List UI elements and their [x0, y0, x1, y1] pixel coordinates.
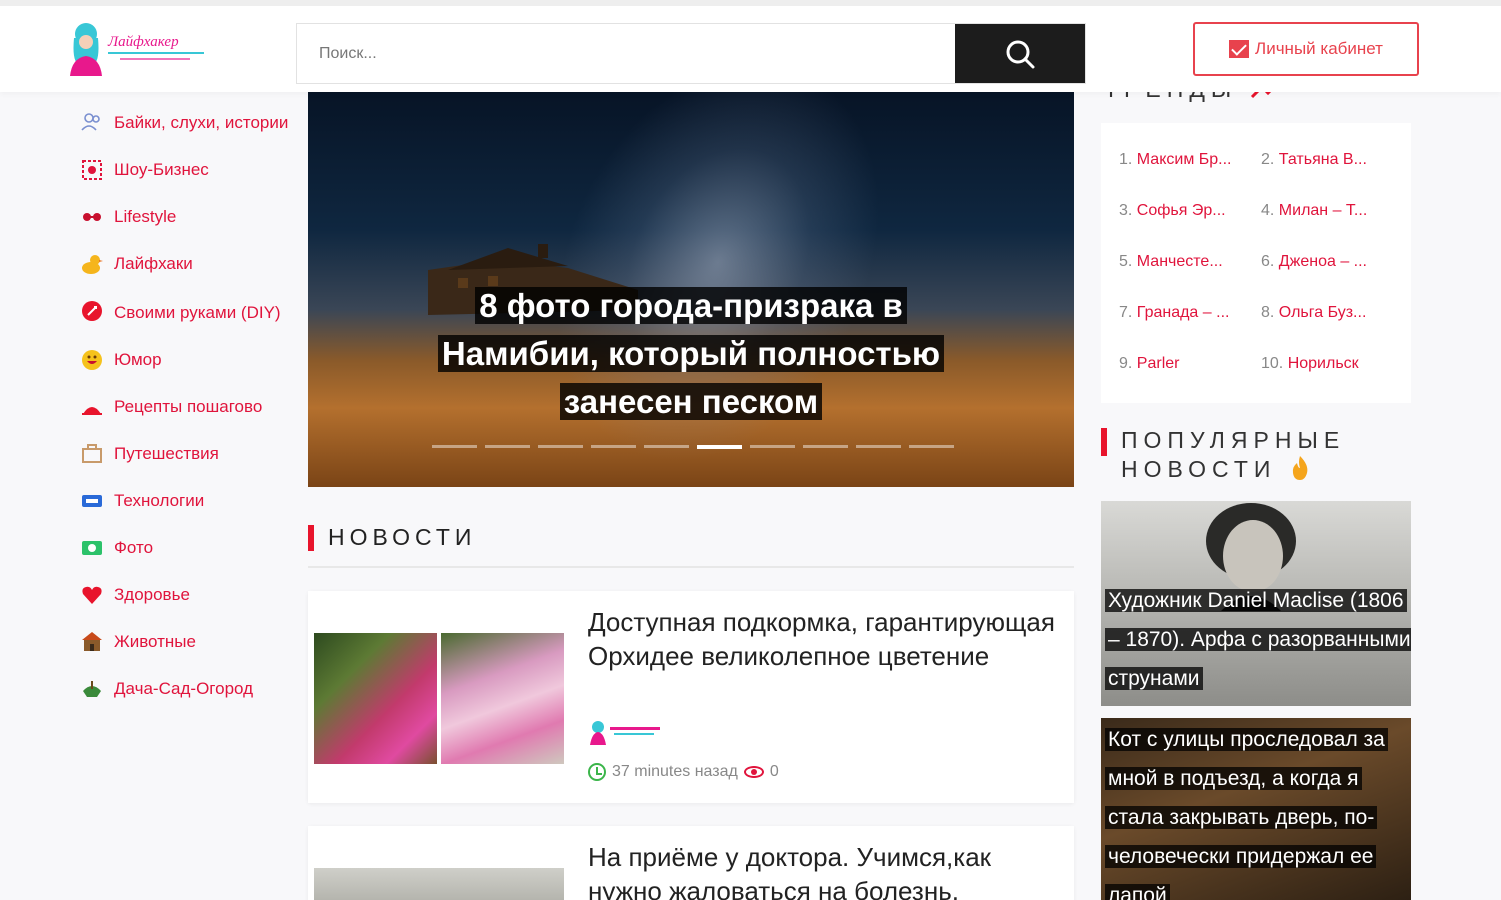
- trend-item[interactable]: 5. Манчесте...: [1119, 253, 1223, 271]
- sidebar-item-lifestyle[interactable]: Lifestyle: [70, 203, 295, 231]
- duck-icon: [80, 252, 104, 276]
- popular-title-line1: ПОПУЛЯРНЫЕ: [1121, 427, 1346, 453]
- trend-item[interactable]: 9. Parler: [1119, 355, 1179, 373]
- logo-text: Лайфхакер: [107, 34, 179, 50]
- trend-item[interactable]: 6. Дженоа – ...: [1261, 253, 1367, 271]
- news-thumbnail[interactable]: [314, 633, 437, 764]
- diy-icon: [80, 299, 104, 323]
- hero-title[interactable]: 8 фото города-призрака в Намибии, которы…: [428, 282, 954, 426]
- slider-dot[interactable]: [750, 445, 795, 448]
- sidebar-item-travel[interactable]: Путешествия: [70, 440, 295, 468]
- news-title[interactable]: Доступная подкормка, гарантирующая Орхид…: [588, 605, 1058, 673]
- news-views: 0: [769, 763, 779, 780]
- popular-news-card[interactable]: Художник Daniel Maclise (1806 – 1870). А…: [1101, 501, 1411, 706]
- trend-item[interactable]: 1. Максим Бр...: [1119, 151, 1232, 169]
- trend-item[interactable]: 8. Ольга Буз...: [1261, 304, 1366, 322]
- section-marker: [308, 524, 314, 551]
- popular-title-line2: НОВОСТИ: [1121, 456, 1277, 482]
- news-time: 37 minutes назад: [612, 763, 738, 780]
- trend-item[interactable]: 2. Татьяна В...: [1261, 151, 1367, 169]
- popular-news-card[interactable]: Кот с улицы проследовал за мной в подъез…: [1101, 718, 1411, 900]
- news-meta: 37 minutes назад 0: [588, 763, 779, 781]
- photo-icon: [80, 536, 104, 560]
- hero-slider[interactable]: 8 фото города-призрака в Намибии, которы…: [308, 92, 1074, 487]
- news-section-header: НОВОСТИ: [308, 524, 1074, 568]
- sidebar-item-recipes[interactable]: Рецепты пошагово: [70, 393, 295, 421]
- sidebar-item-diy[interactable]: Своими руками (DIY): [70, 297, 295, 327]
- trend-item[interactable]: 3. Софья Эр...: [1119, 202, 1226, 220]
- site-logo[interactable]: Лайфхакер: [68, 20, 218, 78]
- fire-icon: [1292, 456, 1308, 480]
- popular-news-title[interactable]: Кот с улицы проследовал за мной в подъез…: [1105, 720, 1411, 900]
- slider-dot[interactable]: [909, 445, 954, 448]
- search-icon: [1006, 40, 1035, 68]
- glasses-icon: [80, 205, 104, 229]
- people-icon: [80, 110, 104, 134]
- heart-icon: [80, 583, 104, 607]
- popular-news-title[interactable]: Художник Daniel Maclise (1806 – 1870). А…: [1105, 581, 1411, 698]
- trend-item[interactable]: 10. Норильск: [1261, 355, 1359, 373]
- sidebar-item-showbiz[interactable]: Шоу-Бизнес: [70, 156, 295, 184]
- sidebar-item-photo[interactable]: Фото: [70, 534, 295, 562]
- cabinet-label: Личный кабинет: [1255, 39, 1383, 58]
- slider-dots: [432, 445, 954, 449]
- popular-section-header: ПОПУЛЯРНЫЕ НОВОСТИ: [1101, 426, 1421, 484]
- smile-icon: [80, 348, 104, 372]
- search-bar: [296, 23, 1086, 84]
- garden-icon: [80, 677, 104, 701]
- sidebar-item-animals[interactable]: Животные: [70, 628, 295, 656]
- search-button[interactable]: [955, 24, 1085, 83]
- eye-icon: [743, 766, 764, 778]
- sidebar-item-stories[interactable]: Байки, слухи, истории: [70, 108, 295, 137]
- travel-icon: [80, 442, 104, 466]
- news-thumbnail[interactable]: [441, 633, 564, 764]
- trends-list: 1. Максим Бр... 2. Татьяна В... 3. Софья…: [1101, 123, 1411, 403]
- slider-dot[interactable]: [856, 445, 901, 448]
- trend-item[interactable]: 7. Гранада – ...: [1119, 304, 1229, 322]
- section-marker: [1101, 428, 1107, 456]
- slider-dot[interactable]: [538, 445, 583, 448]
- checkbox-icon: [1229, 40, 1250, 58]
- animal-icon: [80, 630, 104, 654]
- slider-dot[interactable]: [591, 445, 636, 448]
- cabinet-button[interactable]: Личный кабинет: [1193, 22, 1419, 76]
- category-sidebar: Байки, слухи, истории Шоу-Бизнес Lifesty…: [70, 92, 295, 722]
- search-input[interactable]: [297, 24, 955, 83]
- slider-dot[interactable]: [803, 445, 848, 448]
- clock-icon: [588, 763, 606, 781]
- sidebar-item-tech[interactable]: Технологии: [70, 487, 295, 515]
- slider-dot[interactable]: [432, 445, 477, 448]
- sidebar-item-humor[interactable]: Юмор: [70, 346, 295, 374]
- news-card[interactable]: На приёме у доктора. Учимся,как нужно жа…: [308, 826, 1074, 900]
- recipe-icon: [80, 397, 104, 421]
- show-icon: [80, 158, 104, 182]
- news-section-title: НОВОСТИ: [328, 524, 477, 550]
- author-logo: [590, 721, 660, 745]
- slider-dot[interactable]: [644, 445, 689, 448]
- slider-dot-active[interactable]: [697, 445, 742, 449]
- news-thumbnail[interactable]: [314, 868, 564, 900]
- news-card[interactable]: Доступная подкормка, гарантирующая Орхид…: [308, 591, 1074, 803]
- slider-dot[interactable]: [485, 445, 530, 448]
- trend-item[interactable]: 4. Милан – Т...: [1261, 202, 1367, 220]
- sidebar-item-health[interactable]: Здоровье: [70, 581, 295, 609]
- site-header: Лайфхакер Личный кабинет: [0, 0, 1501, 92]
- tech-icon: [80, 489, 104, 513]
- sidebar-item-lifehacks[interactable]: Лайфхаки: [70, 250, 295, 278]
- news-title[interactable]: На приёме у доктора. Учимся,как нужно жа…: [588, 840, 1058, 900]
- sidebar-item-garden[interactable]: Дача-Сад-Огород: [70, 675, 295, 703]
